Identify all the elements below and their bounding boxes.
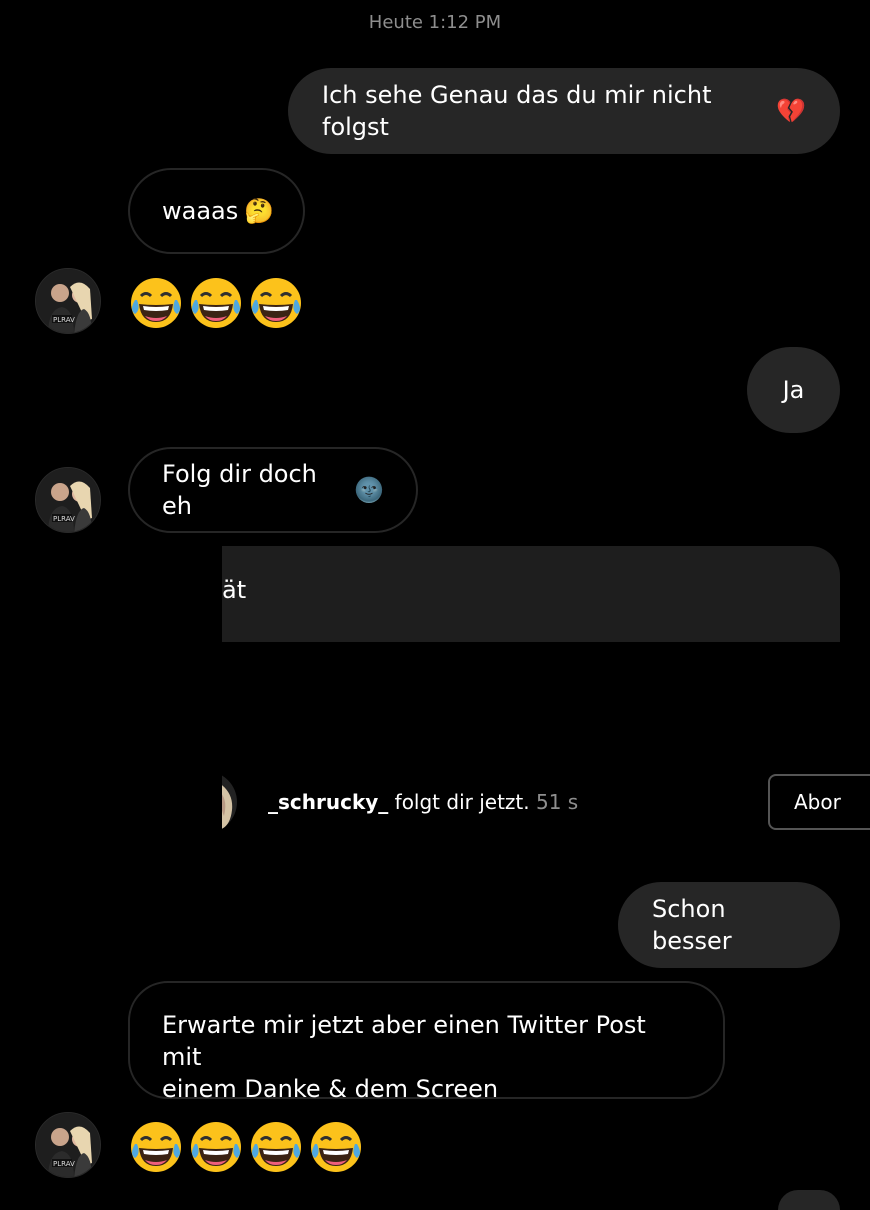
partial-message-bubble [778,1190,840,1210]
message-text-line: Erwarte mir jetzt aber einen Twitter Pos… [162,1011,646,1071]
chat-timestamp: Heute 1:12 PM [368,12,502,33]
svg-text:PLRAV: PLRAV [53,316,75,324]
outgoing-message[interactable]: Schon besser [618,882,840,968]
laughing-tears-icon [251,278,301,328]
avatar[interactable]: PLRAV [35,1112,101,1178]
follow-notice: _schrucky_ folgt dir jetzt. 51 s [268,790,578,814]
follow-back-button[interactable]: Abor [768,774,870,830]
emoji-message[interactable] [129,276,303,330]
follow-back-label: Abor [794,790,841,814]
incoming-message[interactable]: Erwarte mir jetzt aber einen Twitter Pos… [128,981,725,1103]
laughing-tears-icon [311,1122,361,1172]
thinking-face-icon: 🤔 [244,197,275,225]
profile-photo-icon: PLRAV [36,1113,100,1177]
incoming-message[interactable]: waaas 🤔 [128,168,305,254]
laughing-tears-icon [131,278,181,328]
profile-photo-icon: PLRAV [36,468,100,532]
profile-photo-icon: PLRAV [36,269,100,333]
message-text: waaas [162,197,239,225]
avatar[interactable]: PLRAV [35,268,101,334]
follow-notice-text: folgt dir jetzt. [394,790,530,814]
message-text: ät [222,576,247,604]
profile-photo-icon [222,775,237,829]
outgoing-message[interactable]: Ich sehe Genau das du mir nicht folgst 💔 [288,68,840,154]
message-text: Folg dir doch eh [162,460,317,520]
laughing-tears-icon [251,1122,301,1172]
message-text: Ja [782,376,805,404]
incoming-message[interactable]: Folg dir doch eh 🌚 [128,447,418,533]
outgoing-message[interactable]: Ja [747,347,840,433]
message-text: Ich sehe Genau das du mir nicht folgst [322,81,712,141]
svg-text:PLRAV: PLRAV [53,1160,75,1168]
message-text: Schon besser [652,895,732,955]
follower-avatar[interactable] [222,770,238,834]
avatar[interactable]: PLRAV [35,467,101,533]
laughing-tears-icon [131,1122,181,1172]
emoji-message[interactable] [129,1120,363,1174]
laughing-tears-icon [191,278,241,328]
follow-notice-time: 51 s [535,790,579,814]
laughing-tears-icon [191,1122,241,1172]
new-moon-face-icon: 🌚 [354,476,384,504]
message-text-line: einem Danke & dem Screen [162,1075,499,1103]
svg-text:PLRAV: PLRAV [53,515,75,523]
broken-heart-icon: 💔 [776,97,806,125]
partial-message-bubble[interactable]: ät [222,546,840,642]
follower-username[interactable]: _schrucky_ [268,790,388,814]
